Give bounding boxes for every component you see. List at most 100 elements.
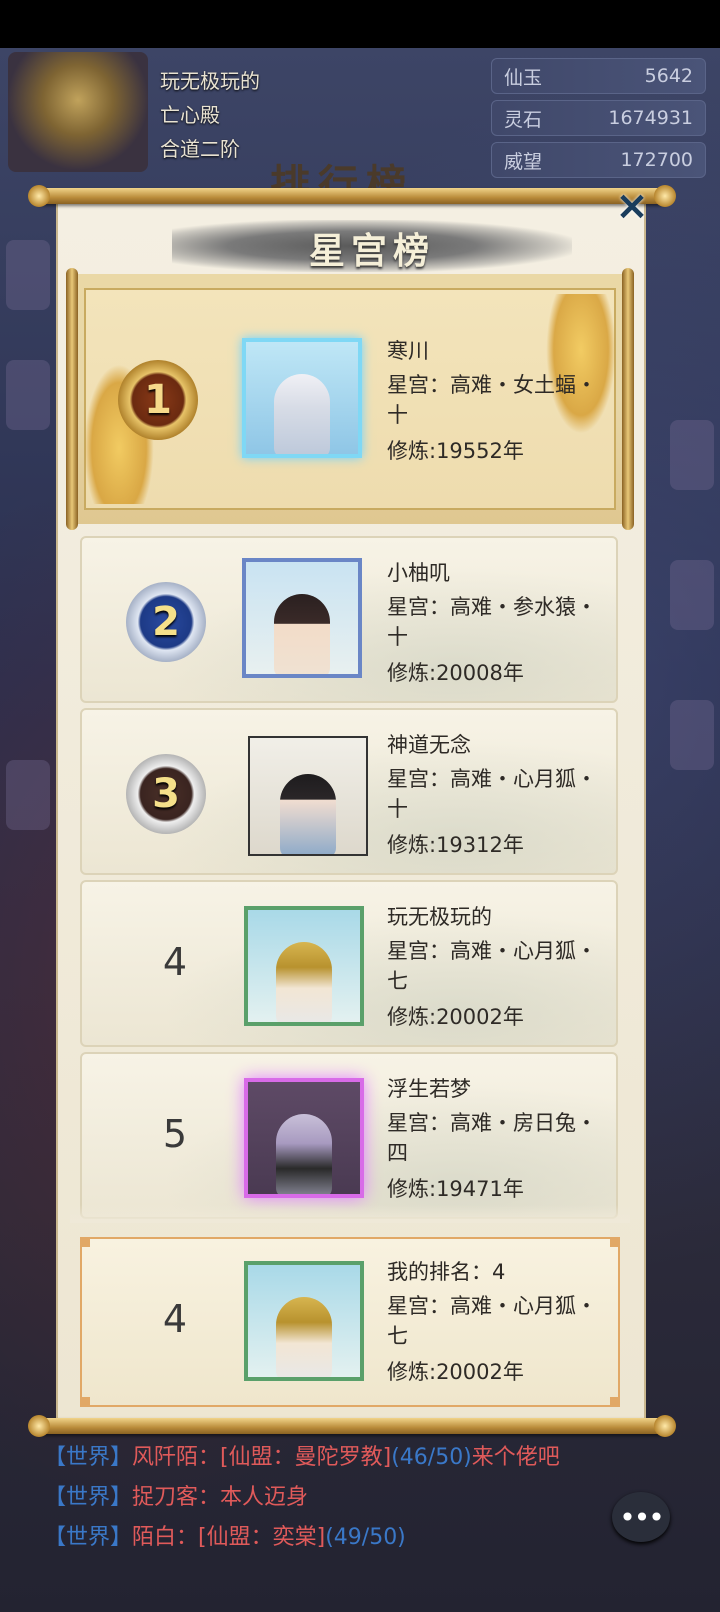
entry-name: 寒川: [387, 339, 429, 363]
side-menu-button[interactable]: [670, 700, 714, 770]
avatar[interactable]: [244, 906, 364, 1026]
player-entry-info: 神道无念 星宫：高难・心月狐・十 修炼:19312年: [387, 730, 609, 860]
row-scroll-rod-left: [66, 268, 78, 530]
player-info: 玩无极玩的 亡心殿 合道二阶: [160, 64, 260, 166]
chat-bubble-icon[interactable]: •••: [612, 1492, 670, 1542]
avatar-portrait: [276, 1297, 332, 1377]
close-button[interactable]: ×: [612, 186, 652, 226]
entry-name: 神道无念: [387, 733, 471, 757]
player-entry-info: 浮生若梦 星宫：高难・房日兔・四 修炼:19471年: [387, 1074, 609, 1204]
entry-star-palace: 星宫：高难・房日兔・四: [387, 1111, 597, 1165]
ranking-row-3[interactable]: 3 神道无念 星宫：高难・心月狐・十 修炼:19312年: [80, 708, 618, 875]
entry-name: 小柚叽: [387, 561, 450, 585]
chat-speaker: 风阡陌：: [132, 1445, 221, 1470]
entry-name: 浮生若梦: [387, 1077, 471, 1101]
currency-label: 威望: [504, 150, 543, 173]
corner-ornament: [610, 1397, 620, 1407]
ranking-row-4[interactable]: 4 玩无极玩的 星宫：高难・心月狐・七 修炼:20002年: [80, 880, 618, 1047]
chat-channel: 【世界】: [44, 1445, 133, 1470]
entry-cultivation: 修炼:19552年: [387, 439, 524, 463]
rank-number: 4: [162, 940, 188, 984]
entry-cultivation: 修炼:20002年: [387, 1005, 524, 1029]
ranking-row-5[interactable]: 5 浮生若梦 星宫：高难・房日兔・四 修炼:19471年: [80, 1052, 618, 1219]
chat-speaker: 陌白：: [132, 1525, 199, 1550]
entry-name: 玩无极玩的: [387, 905, 492, 929]
player-sect: 亡心殿: [160, 103, 220, 127]
avatar-portrait: [276, 942, 332, 1022]
rank-number: 3: [152, 771, 180, 817]
chat-text: 本人迈身: [220, 1485, 309, 1510]
currency-label: 灵石: [504, 108, 543, 131]
side-menu-button[interactable]: [670, 420, 714, 490]
corner-ornament: [610, 1237, 620, 1247]
chat-channel: 【世界】: [44, 1525, 133, 1550]
status-bar: [0, 0, 720, 48]
left-side-menu: [0, 220, 60, 1320]
chat-channel: 【世界】: [44, 1485, 133, 1510]
scroll-rod-top: [28, 185, 676, 207]
side-menu-button[interactable]: [6, 240, 50, 310]
my-rank-row[interactable]: 4 我的排名：4 星宫：高难・心月狐・七 修炼:20002年: [80, 1237, 620, 1407]
ranking-row-1[interactable]: 1 寒川 星宫：高难・女土蝠・十 修炼:19552年: [66, 268, 634, 530]
side-menu-button[interactable]: [670, 560, 714, 630]
side-menu-button[interactable]: [6, 360, 50, 430]
chat-count: (49/50): [325, 1525, 406, 1550]
corner-ornament: [80, 1237, 90, 1247]
avatar[interactable]: [242, 558, 362, 678]
avatar-portrait: [280, 774, 336, 854]
side-menu-button[interactable]: [6, 760, 50, 830]
rank-number: 1: [144, 377, 172, 423]
rank-medal-icon: 3: [126, 754, 206, 834]
player-name: 玩无极玩的: [160, 69, 260, 93]
currency-value: 5642: [644, 65, 693, 87]
avatar[interactable]: [248, 736, 368, 856]
avatar[interactable]: [244, 1078, 364, 1198]
my-star-palace: 星宫：高难・心月狐・七: [387, 1294, 597, 1348]
list-scroll-fade: [70, 1205, 630, 1223]
my-entry-info: 我的排名：4 星宫：高难・心月狐・七 修炼:20002年: [387, 1257, 609, 1387]
currency-value: 172700: [620, 149, 693, 171]
chat-message: 【世界】风阡陌：[仙盟：曼陀罗教](46/50)来个佬吧: [44, 1438, 560, 1478]
avatar-portrait: [274, 374, 330, 454]
rank-number: 2: [152, 599, 180, 645]
chat-text: [仙盟：曼陀罗教]: [220, 1445, 392, 1470]
scroll-rod-bottom: [28, 1415, 676, 1437]
chat-count: (46/50): [391, 1445, 472, 1470]
chat-message: 【世界】陌白：[仙盟：奕棠](49/50): [44, 1518, 560, 1558]
currency-xianyu: 仙玉 5642: [491, 58, 706, 94]
chat-text: [仙盟：奕棠]: [198, 1525, 326, 1550]
entry-cultivation: 修炼:20008年: [387, 661, 524, 685]
entry-star-palace: 星宫：高难・参水猿・十: [387, 595, 597, 649]
row-scroll-rod-right: [622, 268, 634, 530]
currency-panel: 仙玉 5642 灵石 1674931 威望 172700: [491, 58, 706, 184]
entry-star-palace: 星宫：高难・女土蝠・十: [387, 373, 597, 427]
rank-medal-icon: 2: [126, 582, 206, 662]
world-chat[interactable]: 【世界】风阡陌：[仙盟：曼陀罗教](46/50)来个佬吧 【世界】捉刀客：本人迈…: [44, 1438, 560, 1558]
player-entry-info: 小柚叽 星宫：高难・参水猿・十 修炼:20008年: [387, 558, 609, 688]
avatar-portrait: [274, 594, 330, 674]
chat-text: 来个佬吧: [471, 1445, 560, 1470]
entry-star-palace: 星宫：高难・心月狐・七: [387, 939, 597, 993]
right-side-menu: [660, 220, 720, 1320]
avatar-portrait: [276, 1114, 332, 1194]
panel-title: 星宫榜: [308, 231, 435, 272]
rank-number: 5: [162, 1112, 188, 1156]
currency-weiwang: 威望 172700: [491, 142, 706, 178]
entry-cultivation: 修炼:19312年: [387, 833, 524, 857]
ranking-row-2[interactable]: 2 小柚叽 星宫：高难・参水猿・十 修炼:20008年: [80, 536, 618, 703]
my-cultivation: 修炼:20002年: [387, 1360, 524, 1384]
corner-ornament: [80, 1397, 90, 1407]
player-avatar[interactable]: [8, 52, 148, 172]
player-realm: 合道二阶: [160, 137, 240, 161]
entry-star-palace: 星宫：高难・心月狐・十: [387, 767, 597, 821]
player-entry-info: 玩无极玩的 星宫：高难・心月狐・七 修炼:20002年: [387, 902, 609, 1032]
my-rank-label: 我的排名：4: [387, 1260, 506, 1284]
currency-label: 仙玉: [504, 66, 543, 89]
entry-cultivation: 修炼:19471年: [387, 1177, 524, 1201]
avatar[interactable]: [242, 338, 362, 458]
rank-medal-icon: 1: [118, 360, 198, 440]
my-rank-number: 4: [162, 1297, 188, 1341]
my-avatar[interactable]: [244, 1261, 364, 1381]
currency-value: 1674931: [608, 107, 693, 129]
currency-lingshi: 灵石 1674931: [491, 100, 706, 136]
